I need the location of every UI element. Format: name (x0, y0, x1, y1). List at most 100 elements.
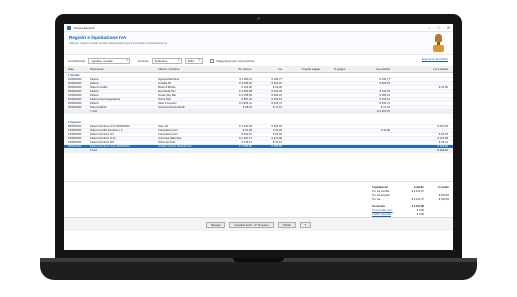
periodo-select[interactable]: Settembre ▼ (151, 57, 182, 64)
total-cell: € 122,00 (241, 86, 252, 89)
total-debito: € 2.121,67 (377, 110, 390, 113)
party-cell: Agenzia Bambino (158, 78, 180, 81)
iva-debito-cell: € 154,61 (379, 98, 390, 101)
document-cell: Fattura fornitore N.12 (90, 137, 116, 140)
iva-dovuta-value: € 1.187,86 (411, 204, 424, 208)
iva-credito-cell (408, 98, 448, 101)
column-header: Iva a debito (376, 68, 390, 71)
periodo-label: Periodo (138, 58, 149, 63)
anno-select[interactable]: 2022 ▼ (184, 57, 203, 64)
laptop-notch (233, 258, 284, 262)
date-cell: 23/09/2022 (68, 141, 82, 144)
date-cell: 12/09/2022 (68, 94, 82, 97)
iva-debito-cell (350, 137, 390, 140)
summary-row-value: € 2.121,67 (411, 197, 424, 201)
iva-debito-cell (350, 133, 390, 136)
registri-grid: Data Documento Cliente / Fornitore Tot. doc… (64, 67, 453, 181)
iva-debito-cell (350, 125, 390, 128)
total-cell: € 61,00 (243, 129, 252, 132)
column-header: Documento (90, 68, 104, 71)
party-cell: Arcadia Srl (158, 82, 172, 85)
contribuente-select[interactable]: regolare, mensile ▼ (88, 57, 131, 64)
date-cell: 28/09/2022 (68, 145, 82, 148)
help-button[interactable]: ? (299, 221, 312, 228)
party-cell: Ottica del Sole (158, 141, 176, 144)
document-cell: Fattura fornitore N.2 (90, 133, 115, 136)
total-cell: € 178,12 (241, 141, 252, 144)
iva-credito-cell: € 222,18 (437, 125, 448, 128)
document-cell: Fattura (90, 94, 99, 97)
total-cell: € 1.350,08 (239, 90, 252, 93)
liquidazione-summary: Liquidazione A debito A credito Tot. iva ve… (372, 185, 449, 220)
raggruppa-checkbox[interactable] (209, 58, 214, 63)
date-cell: 15/09/2022 (68, 98, 82, 101)
party-cell: Autocarrozzeria Rivolli (158, 106, 185, 109)
total-cell: € 2.954,31 (239, 102, 252, 105)
raggruppa-label: Raggruppa per numerazione (216, 58, 255, 63)
party-cell: Cancelleria Com (158, 133, 178, 136)
party-cell: Eco-Moda Snc (158, 90, 176, 93)
stampa-button[interactable]: Stampa (205, 221, 226, 228)
summary-row-value: € 2.121,67 (411, 189, 424, 193)
acquisti-total-row: 5 voci € 933,81 (64, 149, 453, 153)
iva-cell: € 11,00 (273, 129, 282, 132)
concludi-button[interactable]: Conclusi funzi - 3° trimestre (229, 221, 274, 228)
date-cell: 06/09/2022 (68, 125, 82, 128)
iva-debito-cell: € 532,74 (379, 102, 390, 105)
document-cell: Nota di credito (90, 86, 108, 89)
summary-row-label: Tot. iva vendite (372, 189, 390, 193)
iva-credito-cell: € 195,80 (437, 145, 448, 148)
total-cell: € 2.108,53 (239, 94, 252, 97)
iva-debito-cell: € 380,23 (379, 94, 390, 97)
iva-debito-cell: € 192,77 (379, 78, 390, 81)
chevron-down-icon: ▼ (177, 59, 180, 62)
column-header: Cliente / Fornitore (158, 68, 180, 71)
date-cell: 19/09/2022 (68, 137, 82, 140)
window-controls: – □ ✕ (428, 25, 450, 30)
export-link[interactable]: Esporta su Excel/File (422, 57, 448, 61)
summary-row-label: Tot. iva acquisti (372, 193, 390, 197)
iva-credito-cell (408, 90, 448, 93)
iva-cell: € 413,08 (271, 137, 282, 140)
chevron-down-icon: ▼ (198, 59, 201, 62)
close-icon[interactable]: ✕ (447, 25, 450, 30)
iva-credito-cell: € 32,12 (439, 141, 448, 144)
party-cell: Andale Tecnico Ricambi Snc (158, 145, 193, 148)
summary-header-value: A credito (437, 185, 449, 189)
date-cell: 02/09/2022 (68, 82, 82, 85)
total-cell: € 857,40 (241, 98, 252, 101)
column-header: Iva a credito (433, 68, 448, 71)
column-header: Data (68, 68, 74, 71)
iva-debito-cell (350, 145, 390, 148)
total-credito: € 933,81 (437, 149, 448, 152)
iva-cell: € 243,45 (271, 90, 282, 93)
document-cell: Fattura fornitore N.5 (90, 141, 115, 144)
date-cell: 26/09/2022 (68, 106, 82, 109)
summary-row: Tot. iva € 2.121,67 € 933,81 (372, 197, 449, 201)
stamp-icon (433, 34, 444, 52)
column-header: Importo pagato (301, 68, 320, 71)
voci-count: 5 voci (90, 149, 98, 152)
document-cell: Nota di credito fornitore n.3 (90, 129, 123, 132)
iva-credito-cell (408, 106, 448, 109)
summary-row-label: Tot. iva (372, 197, 381, 201)
app-icon (67, 25, 71, 30)
iva-debito-cell: € 623,22 (379, 82, 390, 85)
column-header: Iva (278, 68, 282, 71)
chiudi-button[interactable]: Chiudi (277, 221, 296, 228)
webcam-icon (257, 17, 260, 20)
total-cell: € 1.096,11 (239, 78, 252, 81)
total-cell: € 95,16 (243, 106, 252, 109)
summary-row-value: € 933,81 (438, 193, 449, 197)
button-bar: Stampa Conclusi funzi - 3° trimestre Chiud… (64, 217, 453, 231)
minimize-icon[interactable]: – (428, 25, 430, 30)
iva-credito-cell (408, 129, 448, 132)
document-cell: Fattura fornitore N.tot 06/09/2022 (90, 125, 130, 128)
party-cell: Cancelleria Com (158, 129, 178, 132)
liquidazione-panel: Liquidazione A debito A credito Tot. iva ve… (64, 181, 453, 231)
maximize-icon[interactable]: □ (437, 25, 439, 30)
total-cell: € 3.455,92 (239, 82, 252, 85)
document-cell: Fattura (90, 78, 99, 81)
credito-prec-label: Iva a credito prec. (372, 208, 393, 212)
